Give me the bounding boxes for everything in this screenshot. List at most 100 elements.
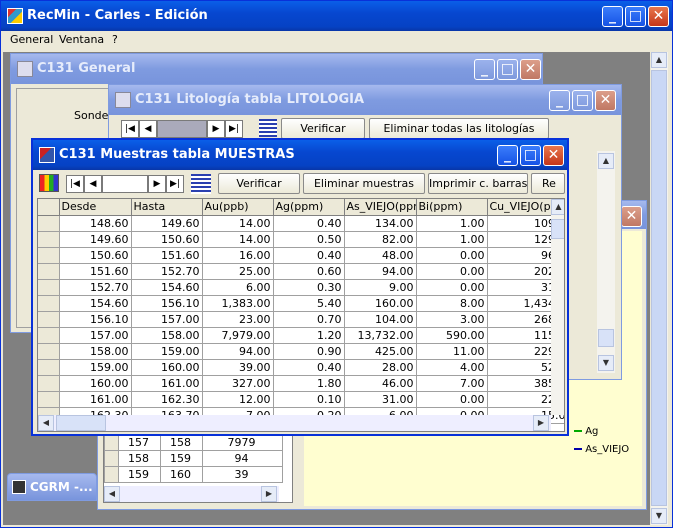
- mdi-vscrollbar[interactable]: ▲ ▼: [651, 52, 668, 525]
- table-cell[interactable]: 0.60: [273, 263, 345, 280]
- row-selector[interactable]: [104, 466, 119, 483]
- back-hscrollbar[interactable]: ◀ ▶: [104, 486, 279, 502]
- table-row[interactable]: 156.10 157.00 23.00 0.70 104.00 3.00 268.0: [38, 311, 564, 328]
- table-cell[interactable]: 425.00: [344, 343, 417, 360]
- table-cell[interactable]: 0.40: [273, 247, 345, 264]
- lito-next-button[interactable]: ▶: [207, 120, 225, 138]
- muestras-first-button[interactable]: |◀: [66, 175, 84, 193]
- muestras-last-button[interactable]: ▶|: [166, 175, 184, 193]
- table-cell[interactable]: 158.00: [59, 343, 132, 360]
- table-cell[interactable]: 158.00: [131, 327, 203, 344]
- scroll-up-icon[interactable]: ▲: [651, 52, 667, 68]
- lito-record-field[interactable]: [157, 120, 207, 138]
- table-cell[interactable]: 0.40: [273, 215, 345, 232]
- table-cell[interactable]: 104.00: [344, 311, 417, 328]
- column-header[interactable]: Hasta: [131, 199, 203, 216]
- table-cell[interactable]: 23.00: [202, 311, 274, 328]
- muestras-delete-button[interactable]: Eliminar muestras: [303, 173, 425, 194]
- table-cell[interactable]: 39: [202, 466, 283, 483]
- table-cell[interactable]: 0.70: [273, 311, 345, 328]
- column-header[interactable]: Desde: [59, 199, 132, 216]
- table-cell[interactable]: 134.00: [344, 215, 417, 232]
- general-minimize-button[interactable]: _: [474, 59, 495, 80]
- table-row[interactable]: 157.00 158.00 7,979.00 1.20 13,732.00 590.00 1…: [38, 327, 564, 344]
- muestras-record-field[interactable]: [102, 175, 148, 193]
- table-row[interactable]: 159 160 39: [104, 466, 283, 483]
- table-cell[interactable]: 0.00: [416, 279, 488, 296]
- lito-vscrollbar[interactable]: ▲ ▼: [597, 151, 615, 373]
- table-cell[interactable]: 590.00: [416, 327, 488, 344]
- table-row[interactable]: 150.60151.6016.000.4048.000.0096.0: [38, 247, 564, 264]
- table-cell[interactable]: 6.00: [202, 279, 274, 296]
- lito-verify-button[interactable]: Verificar: [281, 118, 365, 139]
- table-cell[interactable]: 148.60: [59, 215, 132, 232]
- column-header[interactable]: As_VIEJO(ppm): [344, 199, 417, 216]
- general-close-button[interactable]: ✕: [520, 59, 541, 80]
- table-cell[interactable]: 152.70: [131, 263, 203, 280]
- litologia-maximize-button[interactable]: □: [572, 90, 593, 111]
- lito-scroll-down-icon[interactable]: ▼: [598, 355, 614, 371]
- table-cell[interactable]: 1.20: [273, 327, 345, 344]
- muestras-hscroll-thumb[interactable]: [56, 415, 106, 431]
- table-cell[interactable]: 5.40: [273, 295, 345, 312]
- table-cell[interactable]: 14.00: [202, 231, 274, 248]
- table-cell[interactable]: 0.50: [273, 231, 345, 248]
- table-cell[interactable]: 157: [118, 434, 161, 451]
- row-selector[interactable]: [38, 295, 60, 312]
- table-cell[interactable]: 154.60: [131, 279, 203, 296]
- table-cell[interactable]: 151.60: [131, 247, 203, 264]
- table-row[interactable]: 160.00 161.00 327.00 1.80 46.00 7.00 385.0: [38, 375, 564, 392]
- table-cell[interactable]: 157.00: [59, 327, 132, 344]
- menu-general[interactable]: General: [10, 31, 53, 49]
- row-selector[interactable]: [38, 247, 60, 264]
- column-header[interactable]: Bi(ppm): [416, 199, 488, 216]
- table-row[interactable]: 149.60 150.60 14.00 0.50 82.00 1.00 129.0: [38, 231, 564, 248]
- litologia-minimize-button[interactable]: _: [549, 90, 570, 111]
- table-cell[interactable]: 156.10: [59, 311, 132, 328]
- table-row[interactable]: 152.70154.606.000.309.000.0031.0: [38, 279, 564, 296]
- table-cell[interactable]: 160.00: [59, 375, 132, 392]
- muestras-close-button[interactable]: ✕: [543, 145, 564, 166]
- table-cell[interactable]: 149.60: [131, 215, 203, 232]
- table-row[interactable]: 158 159 94: [104, 450, 283, 467]
- muestras-scroll-right-icon[interactable]: ▶: [533, 415, 549, 431]
- scroll-down-icon[interactable]: ▼: [651, 508, 667, 524]
- app-maximize-button[interactable]: □: [625, 6, 646, 27]
- table-row[interactable]: 157 158 7979: [104, 434, 283, 451]
- row-selector[interactable]: [38, 263, 60, 280]
- table-cell[interactable]: 1.80: [273, 375, 345, 392]
- table-cell[interactable]: 48.00: [344, 247, 417, 264]
- table-cell[interactable]: 31.00: [344, 391, 417, 408]
- table-cell[interactable]: 161.00: [59, 391, 132, 408]
- table-cell[interactable]: 4.00: [416, 359, 488, 376]
- table-cell[interactable]: 0.90: [273, 343, 345, 360]
- muestras-scroll-left-icon[interactable]: ◀: [38, 415, 54, 431]
- general-maximize-button[interactable]: □: [497, 59, 518, 80]
- table-cell[interactable]: 0.00: [416, 263, 488, 280]
- table-cell[interactable]: 152.70: [59, 279, 132, 296]
- table-row[interactable]: 158.00 159.00 94.00 0.90 425.00 11.00 229.0: [38, 343, 564, 360]
- muestras-scroll-up-icon[interactable]: ▲: [551, 199, 564, 215]
- table-cell[interactable]: 12.00: [202, 391, 274, 408]
- table-cell[interactable]: 0.30: [273, 279, 345, 296]
- muestras-prev-button[interactable]: ◀: [84, 175, 102, 193]
- table-cell[interactable]: 159.00: [131, 343, 203, 360]
- back-scroll-right-icon[interactable]: ▶: [261, 486, 277, 502]
- muestras-verify-button[interactable]: Verificar: [218, 173, 300, 194]
- lito-scroll-thumb[interactable]: [598, 329, 614, 347]
- table-cell[interactable]: 7,979.00: [202, 327, 274, 344]
- table-cell[interactable]: 3.00: [416, 311, 488, 328]
- row-selector[interactable]: [38, 231, 60, 248]
- row-selector[interactable]: [38, 343, 60, 360]
- table-cell[interactable]: 1.00: [416, 215, 488, 232]
- table-cell[interactable]: 94: [202, 450, 283, 467]
- muestras-list-icon[interactable]: [191, 174, 211, 194]
- table-cell[interactable]: 7979: [202, 434, 283, 451]
- table-cell[interactable]: 94.00: [344, 263, 417, 280]
- table-cell[interactable]: 157.00: [131, 311, 203, 328]
- table-cell[interactable]: 160.00: [344, 295, 417, 312]
- table-row[interactable]: 159.00160.0039.000.4028.004.0052.0: [38, 359, 564, 376]
- app-minimize-button[interactable]: _: [602, 6, 623, 27]
- column-header[interactable]: Ag(ppm): [273, 199, 345, 216]
- table-row[interactable]: 154.60 156.10 1,383.00 5.40 160.00 8.00 1,434.…: [38, 295, 564, 312]
